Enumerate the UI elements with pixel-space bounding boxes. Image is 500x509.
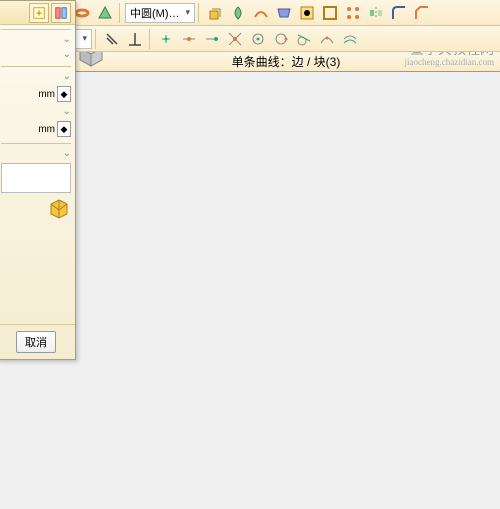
nearest-icon[interactable] [316,28,338,50]
center-icon[interactable] [247,28,269,50]
tangent-icon[interactable] [293,28,315,50]
unit-label: mm [38,124,55,135]
spinner-icon[interactable]: ◆ [57,86,71,102]
chevron-down-icon[interactable]: ⌄ [63,34,71,45]
sweep-icon[interactable] [250,2,272,24]
dialog-mode2-icon[interactable] [51,3,71,23]
quadrant-icon[interactable] [270,28,292,50]
perpendicular-icon[interactable] [124,28,146,50]
param2-row: mm ◆ [1,121,71,137]
preview-cube-icon[interactable] [47,197,71,221]
chevron-down-icon[interactable]: ⌄ [63,49,71,60]
fillet-icon[interactable] [388,2,410,24]
hole-icon[interactable] [296,2,318,24]
operation-dialog: ⌄ ⌄ ⌄ mm ◆ ⌄ mm ◆ ⌄ 取消 [0,0,76,360]
viewport[interactable]: 单条曲线：边 / 块(3) Y X 单条曲线：边 / 块(3) X Y Z [72,52,500,72]
shape-combo[interactable]: 中圆(M)… [125,3,195,23]
revolve-icon[interactable] [227,2,249,24]
shell-icon[interactable] [319,2,341,24]
dialog-header [0,1,75,25]
intersection-icon[interactable] [224,28,246,50]
parallel-lines-icon[interactable] [101,28,123,50]
chamfer-icon[interactable] [411,2,433,24]
chevron-down-icon[interactable]: ⌄ [63,148,71,159]
loft-icon[interactable] [273,2,295,24]
dialog-footer: 取消 [0,324,75,359]
oncurve-icon[interactable] [339,28,361,50]
point-icon[interactable] [155,28,177,50]
cone-icon[interactable] [94,2,116,24]
selection-list[interactable] [1,163,71,193]
param1-row: mm ◆ [1,86,71,102]
mirror-icon[interactable] [365,2,387,24]
dialog-body: ⌄ ⌄ ⌄ mm ◆ ⌄ mm ◆ ⌄ [0,25,75,324]
extrude-icon[interactable] [204,2,226,24]
nav-cube-icon[interactable] [76,52,106,68]
endpoint-icon[interactable] [201,28,223,50]
chevron-down-icon[interactable]: ⌄ [63,106,71,117]
pattern-icon[interactable] [342,2,364,24]
unit-label: mm [38,89,55,100]
watermark: jb51.net 查字典教程网 jiaocheng.chazidian.com [405,52,494,68]
spinner-icon[interactable]: ◆ [57,121,71,137]
chevron-down-icon[interactable]: ⌄ [63,71,71,82]
midpoint-icon[interactable] [178,28,200,50]
cancel-button[interactable]: 取消 [16,331,56,353]
combo-label: 中圆(M)… [130,5,180,21]
dialog-mode1-icon[interactable] [29,3,49,23]
